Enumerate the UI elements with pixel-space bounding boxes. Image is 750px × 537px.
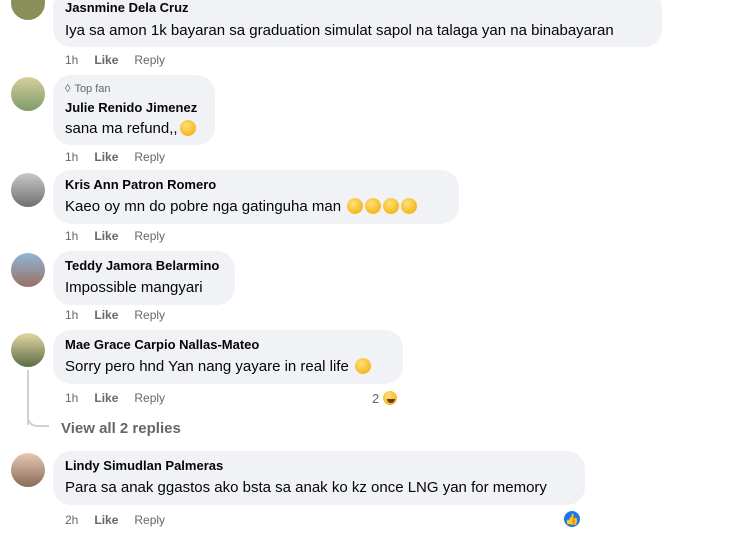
face-emoji-icon [347, 198, 364, 214]
comment-bubble: Mae Grace Carpio Nallas-Mateo Sorry pero… [53, 330, 403, 384]
reply-button[interactable]: Reply [134, 53, 165, 67]
comment-text-content: Sorry pero hnd Yan nang yayare in real l… [65, 358, 349, 375]
reaction-count: 2 [372, 390, 380, 406]
comment-text-content: sana ma refund,, [65, 120, 178, 137]
comment-text: Para sa anak ggastos ako bsta sa anak ko… [65, 479, 547, 496]
commenter-name[interactable]: Kris Ann Patron Romero [65, 177, 447, 193]
comment-text: Impossible mangyari [65, 279, 203, 296]
comment-actions: 1h Like Reply [65, 391, 165, 405]
commenter-name[interactable]: Mae Grace Carpio Nallas-Mateo [65, 337, 391, 353]
top-fan-label: Top fan [74, 83, 111, 95]
reply-button[interactable]: Reply [134, 391, 165, 405]
comment-bubble: Jasnmine Dela Cruz Iya sa amon 1k bayara… [53, 0, 662, 47]
timestamp[interactable]: 1h [65, 391, 78, 405]
comment-text: Kaeo oy mn do pobre nga gatinguha man [65, 197, 447, 217]
comment-actions: 1h Like Reply [65, 53, 165, 67]
like-button[interactable]: Like [94, 391, 118, 405]
view-replies-link[interactable]: View all 2 replies [61, 420, 181, 438]
avatar[interactable] [11, 173, 45, 207]
face-emoji-icon [354, 358, 371, 374]
like-reaction-icon[interactable]: 👍 [562, 509, 582, 529]
thread-connector [27, 407, 49, 427]
comment-bubble: ◊ Top fan Julie Renido Jimenez sana ma r… [53, 75, 215, 145]
face-emoji-icon [179, 120, 196, 136]
avatar[interactable] [11, 453, 45, 487]
reply-button[interactable]: Reply [134, 150, 165, 164]
comment-actions: 2h Like Reply [65, 513, 165, 527]
timestamp[interactable]: 2h [65, 513, 78, 527]
like-button[interactable]: Like [94, 229, 118, 243]
reply-button[interactable]: Reply [134, 308, 165, 322]
comment-bubble: Lindy Simudlan Palmeras Para sa anak gga… [53, 451, 585, 505]
comment-bubble: Teddy Jamora Belarmino Impossible mangya… [53, 251, 235, 305]
comment-text: Sorry pero hnd Yan nang yayare in real l… [65, 357, 391, 377]
diamond-icon: ◊ [65, 83, 71, 95]
like-button[interactable]: Like [94, 150, 118, 164]
comment-bubble: Kris Ann Patron Romero Kaeo oy mn do pob… [53, 170, 459, 224]
comment-actions: 1h Like Reply [65, 150, 165, 164]
commenter-name[interactable]: Julie Renido Jimenez [65, 100, 203, 116]
reply-button[interactable]: Reply [134, 229, 165, 243]
avatar[interactable] [11, 333, 45, 367]
comment-text: sana ma refund,, [65, 119, 203, 139]
timestamp[interactable]: 1h [65, 308, 78, 322]
reply-button[interactable]: Reply [134, 513, 165, 527]
face-emoji-icon [365, 198, 382, 214]
like-button[interactable]: Like [94, 308, 118, 322]
like-button[interactable]: Like [94, 513, 118, 527]
timestamp[interactable]: 1h [65, 229, 78, 243]
like-button[interactable]: Like [94, 53, 118, 67]
face-emoji-icon [401, 198, 418, 214]
face-emoji-icon [383, 198, 400, 214]
reaction-summary[interactable]: 2 [372, 389, 400, 407]
commenter-name[interactable]: Teddy Jamora Belarmino [65, 258, 223, 274]
comment-text-content: Kaeo oy mn do pobre nga gatinguha man [65, 198, 342, 215]
haha-reaction-icon [381, 389, 400, 407]
comment-actions: 1h Like Reply [65, 308, 165, 322]
avatar[interactable] [11, 77, 45, 111]
avatar[interactable] [11, 253, 45, 287]
top-fan-badge: ◊ Top fan [65, 82, 203, 96]
commenter-name[interactable]: Lindy Simudlan Palmeras [65, 458, 573, 474]
commenter-name[interactable]: Jasnmine Dela Cruz [65, 0, 650, 16]
timestamp[interactable]: 1h [65, 53, 78, 67]
timestamp[interactable]: 1h [65, 150, 78, 164]
avatar[interactable] [11, 0, 45, 20]
comment-text: Iya sa amon 1k bayaran sa graduation sim… [65, 22, 614, 39]
comment-actions: 1h Like Reply [65, 229, 165, 243]
